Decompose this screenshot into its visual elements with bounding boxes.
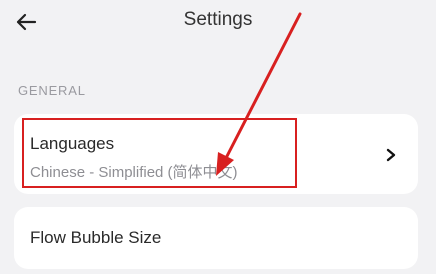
languages-title: Languages	[30, 134, 115, 153]
app-header: Settings	[0, 0, 436, 44]
languages-setting-item[interactable]: Languages Chinese - Simplified (简体中文)	[14, 114, 418, 194]
section-label-general: GENERAL	[18, 83, 86, 98]
languages-current-value: Chinese - Simplified (简体中文)	[30, 164, 238, 181]
page-title: Settings	[183, 9, 253, 30]
chevron-right-icon	[386, 148, 396, 162]
flow-bubble-size-setting-item[interactable]: Flow Bubble Size	[14, 207, 418, 269]
flow-bubble-size-title: Flow Bubble Size	[30, 228, 162, 247]
